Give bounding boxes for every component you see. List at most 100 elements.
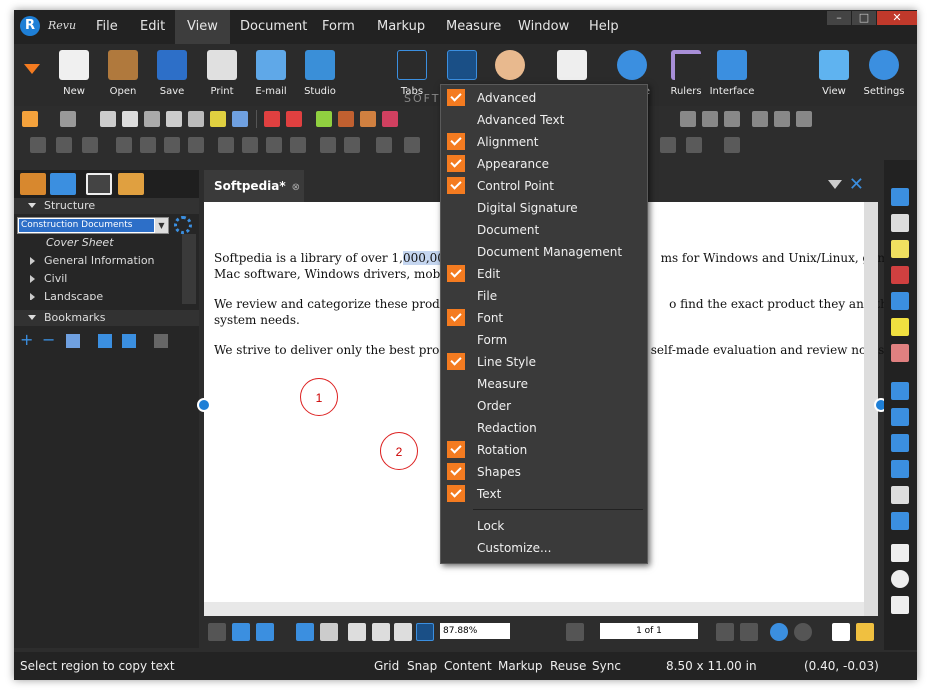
bookmark-edit-icon[interactable]	[66, 334, 80, 348]
menu-markup[interactable]: Markup	[365, 10, 437, 44]
tab-bookmarks-icon[interactable]	[50, 173, 76, 195]
center-icon[interactable]	[266, 137, 282, 153]
tab-thumbnails-icon[interactable]	[20, 173, 46, 195]
settings-button[interactable]: Settings	[860, 48, 908, 97]
tree-item-cover-sheet[interactable]: Cover Sheet	[14, 234, 182, 252]
cloud-icon[interactable]	[891, 486, 909, 504]
undo-icon[interactable]	[22, 111, 38, 127]
bold-icon[interactable]	[680, 111, 696, 127]
line-end-icon[interactable]	[724, 137, 740, 153]
rotate-icon[interactable]	[376, 137, 392, 153]
markup-circle-1[interactable]: 1	[300, 378, 338, 416]
structure-scrollbar[interactable]	[182, 234, 196, 304]
menu-item-line-style[interactable]: Line Style	[441, 351, 647, 373]
menu-document[interactable]: Document	[228, 10, 319, 44]
add-point-icon[interactable]	[56, 137, 72, 153]
delete-icon[interactable]	[188, 111, 204, 127]
tree-item-civil[interactable]: Civil	[14, 270, 182, 288]
menu-view[interactable]: View	[175, 10, 230, 44]
attach-icon[interactable]	[360, 111, 376, 127]
menu-item-file[interactable]: File	[441, 285, 647, 307]
menu-item-document[interactable]: Document	[441, 219, 647, 241]
tabs-button[interactable]: Tabs	[388, 48, 436, 97]
status-reuse[interactable]: Reuse	[550, 652, 586, 680]
distribute-horizontal-icon[interactable]	[218, 137, 234, 153]
align-bottom-icon[interactable]	[164, 137, 180, 153]
status-content[interactable]: Content	[444, 652, 492, 680]
align-center-icon[interactable]	[774, 111, 790, 127]
arrow-icon[interactable]	[891, 408, 909, 426]
forward-icon[interactable]	[794, 623, 812, 641]
ellipse-icon[interactable]	[891, 570, 909, 588]
underline-icon[interactable]	[724, 111, 740, 127]
align-right-objects-icon[interactable]	[188, 137, 204, 153]
dimension-icon[interactable]	[891, 512, 909, 530]
snapshot-icon[interactable]	[264, 111, 280, 127]
flip-vertical-icon[interactable]	[344, 137, 360, 153]
pan-icon[interactable]	[348, 623, 366, 641]
next-page-icon[interactable]	[716, 623, 734, 641]
line-style-icon[interactable]	[404, 137, 420, 153]
stamp-icon[interactable]	[338, 111, 354, 127]
zoom-icon[interactable]	[394, 623, 412, 641]
distribute-vertical-icon[interactable]	[242, 137, 258, 153]
menu-item-customize[interactable]: Customize...	[441, 537, 647, 559]
menu-item-text[interactable]: Text	[441, 483, 647, 505]
status-snap[interactable]: Snap	[407, 652, 437, 680]
copy-icon[interactable]	[122, 111, 138, 127]
highlight-icon[interactable]	[210, 111, 226, 127]
close-document-icon[interactable]: ✕	[849, 174, 864, 195]
text-select-icon[interactable]	[416, 623, 434, 641]
chevron-down-icon[interactable]: ▼	[155, 218, 168, 233]
arc-icon[interactable]	[891, 434, 909, 452]
zoom-select[interactable]: 87.88%	[440, 623, 510, 639]
menu-item-appearance[interactable]: Appearance	[441, 153, 647, 175]
menu-item-alignment[interactable]: Alignment	[441, 131, 647, 153]
menu-item-digital-signature[interactable]: Digital Signature	[441, 197, 647, 219]
first-page-icon[interactable]	[566, 623, 584, 641]
menu-file[interactable]: File	[84, 10, 130, 44]
quick-menu-icon[interactable]	[24, 64, 40, 74]
line-weight-icon[interactable]	[660, 137, 676, 153]
select-icon[interactable]	[372, 623, 390, 641]
save-button[interactable]: Save	[148, 48, 196, 97]
tab-layout-icon[interactable]	[86, 173, 112, 195]
add-bookmark-icon[interactable]: +	[20, 330, 33, 349]
tab-layers-icon[interactable]	[118, 173, 144, 195]
toolbars-button[interactable]	[438, 48, 486, 86]
menu-item-shapes[interactable]: Shapes	[441, 461, 647, 483]
profile-button[interactable]	[486, 48, 534, 86]
menu-item-rotation[interactable]: Rotation	[441, 439, 647, 461]
eraser-icon[interactable]	[891, 344, 909, 362]
split-down-icon[interactable]	[256, 623, 274, 641]
note-icon[interactable]	[891, 240, 909, 258]
left-panel-toggle-icon[interactable]	[197, 398, 211, 412]
menu-item-redaction[interactable]: Redaction	[441, 417, 647, 439]
print-button[interactable]: Print	[198, 48, 246, 97]
bookmark-add-icon[interactable]	[122, 334, 136, 348]
fit-page-icon[interactable]	[296, 623, 314, 641]
tree-item-landscape[interactable]: Landscape	[14, 288, 182, 300]
status-markup[interactable]: Markup	[498, 652, 542, 680]
revu-logo-icon[interactable]: R	[20, 16, 40, 36]
bookmark-star-icon[interactable]	[98, 334, 112, 348]
align-right-icon[interactable]	[796, 111, 812, 127]
redo-icon[interactable]	[60, 111, 76, 127]
back-icon[interactable]	[770, 623, 788, 641]
menu-item-lock[interactable]: Lock	[441, 515, 647, 537]
menu-item-advanced-text[interactable]: Advanced Text	[441, 109, 647, 131]
close-tab-icon[interactable]: ⊗	[292, 182, 300, 193]
image-icon[interactable]	[232, 111, 248, 127]
link-icon[interactable]	[316, 111, 332, 127]
remove-point-icon[interactable]	[82, 137, 98, 153]
open-button[interactable]: Open	[99, 48, 147, 97]
structure-settings-icon[interactable]	[174, 216, 192, 234]
menu-measure[interactable]: Measure	[434, 10, 513, 44]
status-sync[interactable]: Sync	[592, 652, 621, 680]
menu-item-measure[interactable]: Measure	[441, 373, 647, 395]
menu-item-font[interactable]: Font	[441, 307, 647, 329]
menu-window[interactable]: Window	[506, 10, 581, 44]
close-icon[interactable]: ✕	[877, 11, 917, 25]
highlight-pen-icon[interactable]	[891, 318, 909, 336]
menu-item-control-point[interactable]: Control Point	[441, 175, 647, 197]
